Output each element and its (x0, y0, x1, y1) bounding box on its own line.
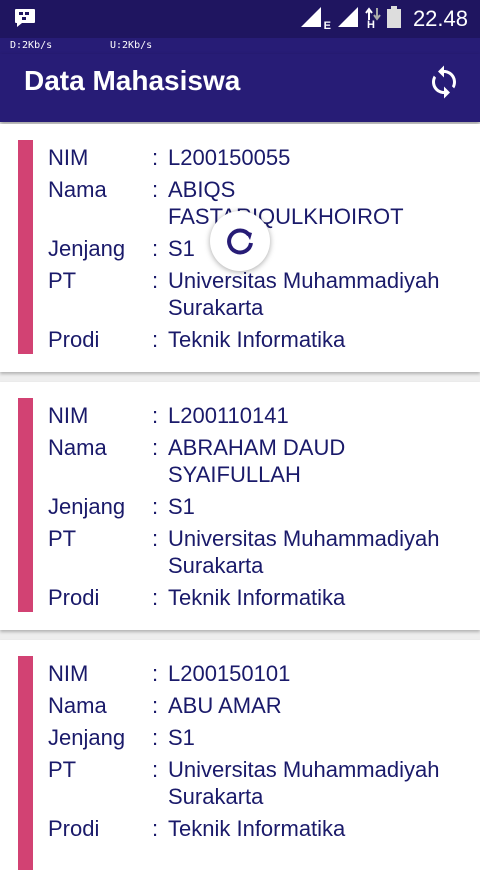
card-accent-bar (18, 140, 33, 354)
colon: : (152, 693, 159, 718)
nama-value: ABU AMAR (168, 693, 282, 718)
jenjang-label: Jenjang (48, 236, 126, 261)
download-speed: D:2Kb/s (10, 40, 53, 51)
pt-label: PT (48, 526, 77, 551)
signal-icon (300, 6, 322, 33)
colon: : (152, 526, 159, 551)
colon: : (152, 236, 159, 261)
colon: : (152, 757, 159, 782)
status-time: 22.48 (412, 6, 468, 31)
loading-spinner-icon (227, 228, 253, 255)
prodi-value: Teknik Informatika (168, 327, 346, 352)
colon: : (152, 435, 159, 460)
nim-value: L200150101 (168, 661, 291, 686)
card-accent-bar (18, 398, 33, 612)
prodi-value: Teknik Informatika (168, 585, 346, 610)
upload-speed: U:2Kb/s (110, 40, 153, 51)
card-accent-bar (18, 656, 33, 870)
colon: : (152, 403, 159, 428)
data-transfer-icon: H (365, 7, 381, 31)
pt-value: Universitas Muhammadiyah Surakarta (168, 757, 440, 809)
loading-spinner (210, 211, 270, 271)
nim-label: NIM (48, 145, 89, 170)
jenjang-value: S1 (168, 725, 195, 750)
colon: : (152, 816, 159, 841)
pt-value: Universitas Muhammadiyah Surakarta (168, 268, 440, 320)
colon: : (152, 585, 159, 610)
status-bar: E H 22.48 (0, 0, 480, 38)
colon: : (152, 494, 159, 519)
network-type-label: E (323, 20, 331, 32)
student-card[interactable]: NIM : L200110141 Nama : ABRAHAM DAUD SYA… (0, 382, 480, 630)
battery-icon (386, 5, 401, 33)
jenjang-value: S1 (168, 494, 195, 519)
network-type-label-2: H (366, 19, 375, 31)
nim-value: L200110141 (168, 403, 289, 428)
sync-icon (432, 65, 456, 99)
prodi-label: Prodi (48, 816, 100, 841)
nama-label: Nama (48, 177, 107, 202)
network-speed-bar: D:2Kb/s U:2Kb/s (0, 38, 480, 54)
page-title: Data Mahasiswa (24, 65, 241, 96)
refresh-button[interactable] (426, 64, 462, 100)
nim-label: NIM (48, 403, 89, 428)
colon: : (152, 145, 159, 170)
nim-value: L200150055 (168, 145, 291, 170)
jenjang-label: Jenjang (48, 725, 126, 750)
nim-label: NIM (48, 661, 89, 686)
colon: : (152, 725, 159, 750)
colon: : (152, 327, 159, 352)
nama-label: Nama (48, 693, 107, 718)
pt-label: PT (48, 757, 77, 782)
colon: : (152, 177, 159, 202)
prodi-label: Prodi (48, 327, 100, 352)
app-bar: Data Mahasiswa (0, 54, 480, 122)
jenjang-label: Jenjang (48, 494, 126, 519)
pt-value: Universitas Muhammadiyah Surakarta (168, 526, 440, 578)
colon: : (152, 661, 159, 686)
prodi-label: Prodi (48, 585, 100, 610)
chat-notification-icon (14, 8, 36, 33)
student-card[interactable]: NIM : L200150101 Nama : ABU AMAR Jenjang… (0, 640, 480, 870)
pt-label: PT (48, 268, 77, 293)
colon: : (152, 268, 159, 293)
signal-icon-2 (337, 6, 359, 33)
nama-label: Nama (48, 435, 107, 460)
prodi-value: Teknik Informatika (168, 816, 346, 841)
nama-value: ABRAHAM DAUD SYAIFULLAH (168, 435, 346, 487)
nama-value: ABIQS FASTARIQULKHOIROT (168, 177, 404, 229)
